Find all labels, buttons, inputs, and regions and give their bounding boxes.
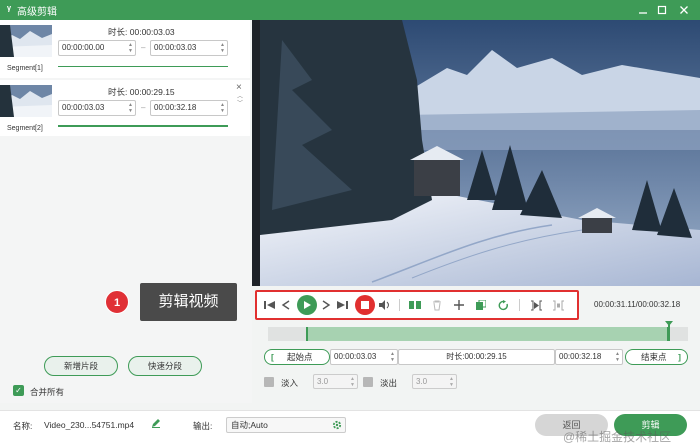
output-format-select[interactable]: 自动;Auto xyxy=(226,417,346,433)
fade-in-input[interactable]: 3.0 ▲ ▼ xyxy=(313,374,358,389)
new-segment-button[interactable]: 新增片段 xyxy=(44,356,118,376)
segment-item[interactable]: Segment[1] 时长: 00:00:03.03 00:00:00.00 ▲ ▼… xyxy=(0,20,250,78)
window-title: 高级剪辑 xyxy=(17,6,58,18)
title-bar: ᵞ 高级剪辑 xyxy=(0,0,700,20)
fade-in-checkbox[interactable] xyxy=(264,377,274,387)
segment-range-bar xyxy=(58,125,228,127)
playhead-marker-icon[interactable] xyxy=(665,321,673,326)
app-logo: ᵞ xyxy=(7,4,12,16)
advanced-editor-window: ᵞ 高级剪辑 Segment[1] 时长: 00:00:03.03 00:00:… xyxy=(0,0,700,444)
jump-to-start-icon[interactable] xyxy=(263,298,277,312)
fade-out-checkbox[interactable] xyxy=(363,377,373,387)
reorder-icon[interactable]: ︿ ﹀ xyxy=(237,94,243,108)
selected-range[interactable] xyxy=(306,327,669,341)
segment-thumbnail xyxy=(0,85,52,117)
timeline-track[interactable] xyxy=(268,321,688,341)
clip-end-field[interactable]: 00:00:32.18 ▲ ▼ xyxy=(555,349,623,365)
spinner-icon[interactable]: ▲ ▼ xyxy=(615,351,620,363)
segment-range-bar xyxy=(58,66,228,67)
edit-name-icon[interactable] xyxy=(151,418,161,430)
range-dash: – xyxy=(141,43,146,52)
segment-end-field[interactable]: 00:00:32.18 ▲ ▼ xyxy=(150,100,228,116)
reset-icon[interactable] xyxy=(496,298,510,312)
segment-start-field[interactable]: 00:00:03.03 ▲ ▼ xyxy=(58,100,136,116)
segment-thumbnail xyxy=(0,25,52,57)
maximize-icon[interactable] xyxy=(651,0,673,20)
spinner-icon[interactable]: ▲ ▼ xyxy=(128,42,133,54)
segment-start-field[interactable]: 00:00:00.00 ▲ ▼ xyxy=(58,40,136,56)
quick-split-button[interactable]: 快速分段 xyxy=(128,356,202,376)
segment-item[interactable]: Segment[2] 时长: 00:00:29.15 00:00:03.03 ▲ ▼… xyxy=(0,80,250,136)
merge-all-label: 合并所有 xyxy=(30,387,65,397)
fade-in-label: 淡入 xyxy=(281,378,299,388)
spinner-icon[interactable]: ▲ ▼ xyxy=(220,102,225,114)
merge-all-checkbox[interactable]: ✓ xyxy=(13,385,24,396)
gear-icon[interactable] xyxy=(332,420,342,434)
play-icon[interactable] xyxy=(297,295,317,315)
split-icon[interactable] xyxy=(408,298,422,312)
mark-in-icon[interactable] xyxy=(529,298,543,312)
add-icon[interactable] xyxy=(452,298,466,312)
delete-icon xyxy=(430,298,444,312)
output-filename: Video_230...54751.mp4 xyxy=(44,420,135,430)
clip-start-field[interactable]: 00:00:03.03 ▲ ▼ xyxy=(330,349,398,365)
copy-icon[interactable] xyxy=(474,298,488,312)
output-label: 输出: xyxy=(193,421,213,431)
stop-icon[interactable] xyxy=(355,295,375,315)
previous-frame-icon[interactable] xyxy=(279,298,293,312)
annotation-callout: 剪辑视频 xyxy=(140,283,237,321)
range-dash: – xyxy=(141,103,146,112)
segment-label: Segment[2] xyxy=(7,125,43,132)
fade-out-input[interactable]: 3.0 ▲ ▼ xyxy=(412,374,457,389)
toolbar-divider xyxy=(399,299,400,311)
delete-segment-icon[interactable]: × xyxy=(236,82,242,93)
volume-icon[interactable] xyxy=(377,298,391,312)
playback-time-readout: 00:00:31.11/00:00:32.18 xyxy=(594,300,681,309)
segment-duration: 时长: 00:00:03.03 xyxy=(108,27,175,37)
playback-toolbar xyxy=(255,290,579,320)
name-label: 名称: xyxy=(13,421,33,431)
segment-duration: 时长: 00:00:29.15 xyxy=(108,87,175,97)
clip-duration: 时长:00:00:29.15 xyxy=(398,349,555,365)
watermark: @稀土掘金技术社区 xyxy=(563,430,672,444)
spinner-icon[interactable]: ▲ ▼ xyxy=(390,351,395,363)
spinner-icon[interactable]: ▲ ▼ xyxy=(128,102,133,114)
segment-label: Segment[1] xyxy=(7,65,43,72)
next-frame-icon[interactable] xyxy=(319,298,333,312)
segment-end-field[interactable]: 00:00:03.03 ▲ ▼ xyxy=(150,40,228,56)
close-icon[interactable] xyxy=(673,0,695,20)
mark-out-icon[interactable] xyxy=(551,298,565,312)
annotation-badge: 1 xyxy=(105,290,129,314)
video-preview[interactable] xyxy=(252,20,700,286)
jump-to-end-icon[interactable] xyxy=(335,298,349,312)
toolbar-divider xyxy=(519,299,520,311)
set-start-button[interactable]: [ 起始点 xyxy=(264,349,330,365)
set-end-button[interactable]: 结束点 ] xyxy=(625,349,688,365)
spinner-icon[interactable]: ▲ ▼ xyxy=(220,42,225,54)
fade-out-label: 淡出 xyxy=(380,378,398,388)
